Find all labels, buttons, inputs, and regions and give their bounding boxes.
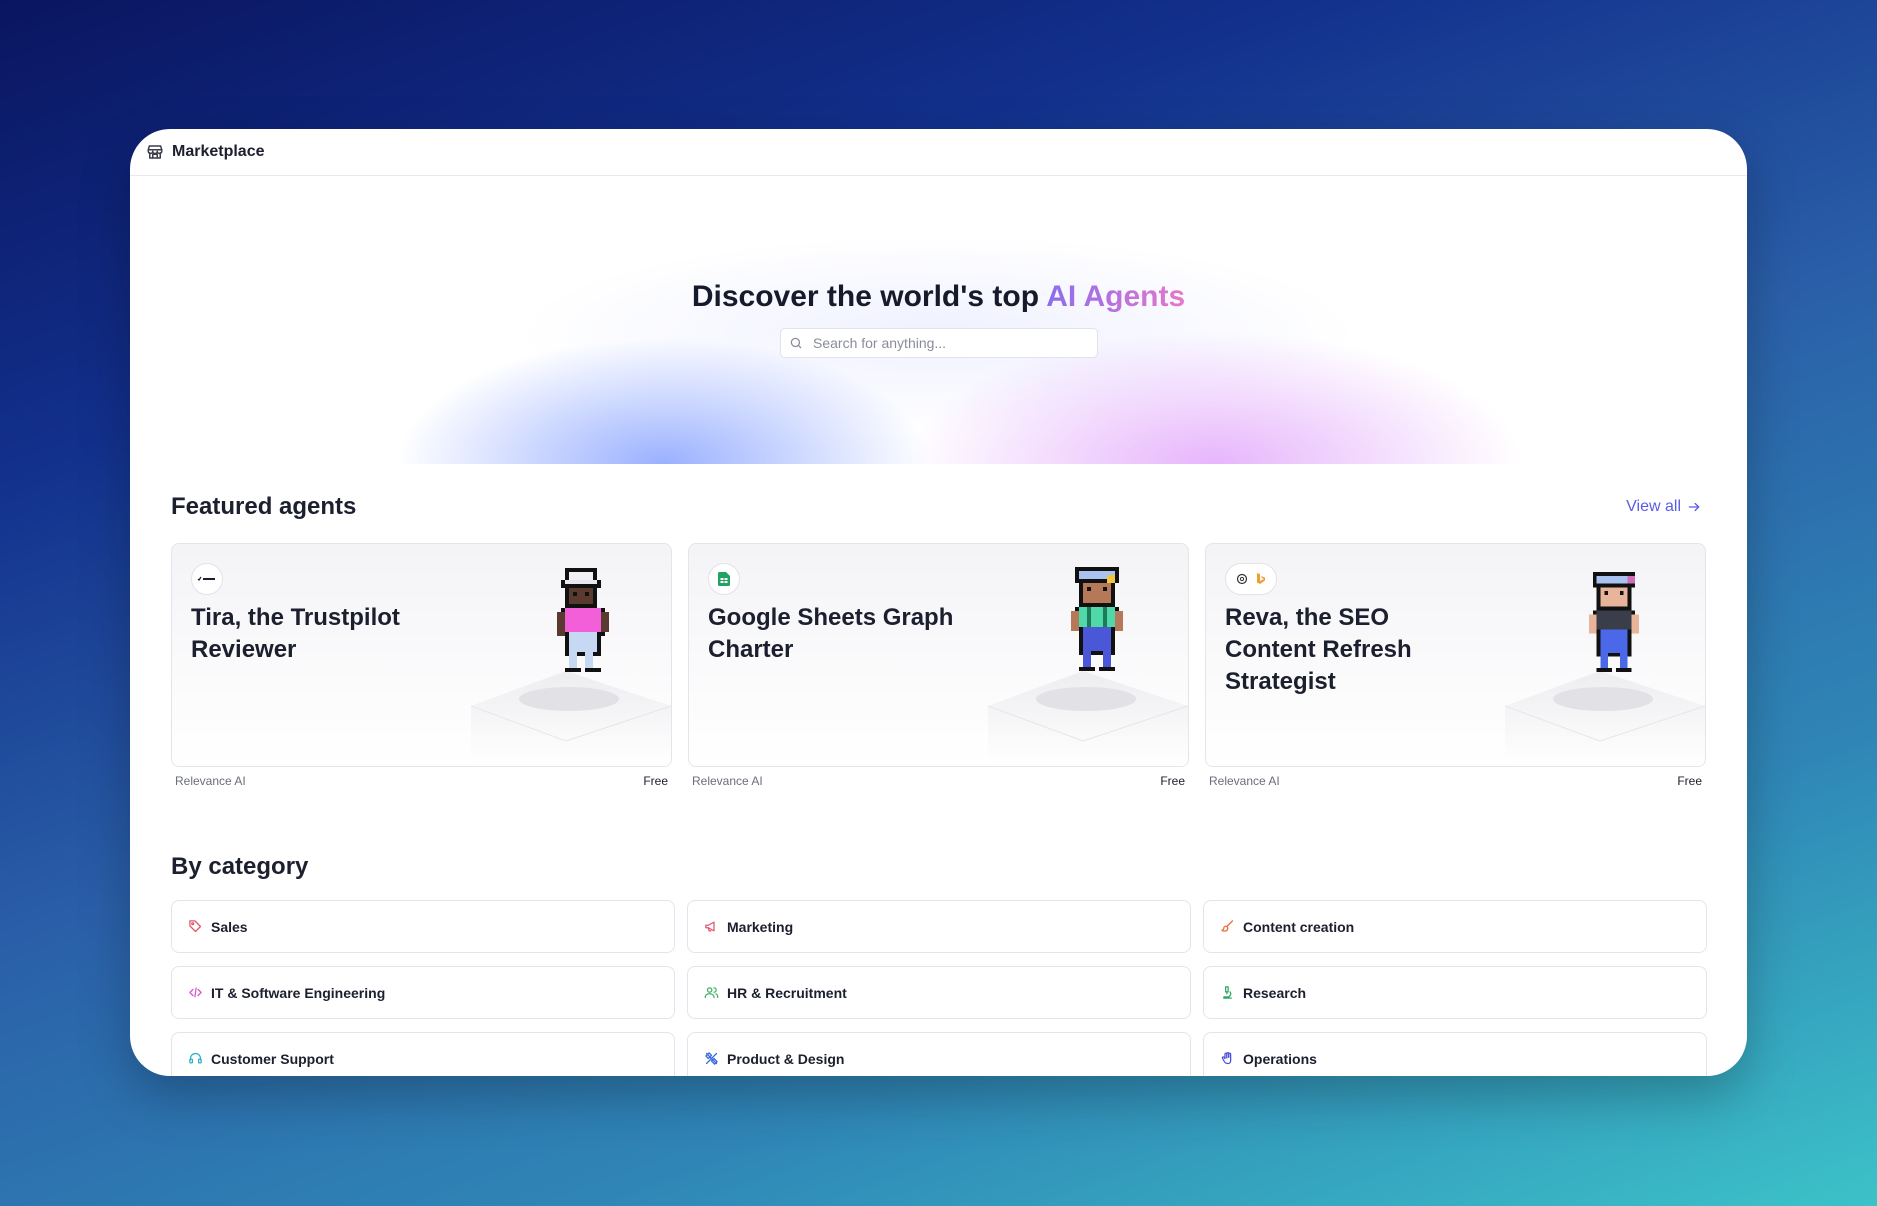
pixel-character-sprite <box>557 568 609 672</box>
agent-card[interactable]: Google Sheets Graph Charter Relevance AI… <box>688 543 1189 788</box>
featured-header: Featured agents View all <box>171 493 1701 521</box>
category-header: By category <box>171 853 1701 881</box>
category-product-design[interactable]: Product & Design <box>687 1032 1191 1076</box>
pen-ruler-icon <box>705 1052 718 1065</box>
headset-icon <box>189 1052 202 1064</box>
agent-card[interactable]: Tira, the Trustpilot Reviewer Relevance … <box>171 543 672 788</box>
brush-icon <box>1221 920 1234 932</box>
hand-icon <box>1221 1051 1232 1065</box>
google-sheets-icon <box>708 563 740 595</box>
openai-icon <box>1236 573 1248 585</box>
category-marketing[interactable]: Marketing <box>687 900 1191 953</box>
pixel-character-sprite <box>1071 567 1123 671</box>
agent-publisher: Relevance AI <box>692 774 763 788</box>
category-label: Research <box>1243 984 1307 1001</box>
view-all-link[interactable]: View all <box>1626 498 1701 516</box>
agent-card[interactable]: Reva, the SEO Content Refresh Strategist <box>1205 543 1706 788</box>
microscope-icon <box>1223 986 1232 999</box>
tags-icon <box>189 920 202 933</box>
category-label: Marketing <box>727 918 794 935</box>
category-research[interactable]: Research <box>1203 966 1707 1019</box>
category-hr-recruitment[interactable]: HR & Recruitment <box>687 966 1191 1019</box>
marketplace-window: Marketplace Discover the world's top AI … <box>130 129 1747 1076</box>
search-box[interactable] <box>780 328 1098 358</box>
hero-heading-prefix: Discover the world's top <box>691 280 1047 313</box>
bing-icon <box>1257 573 1265 584</box>
category-it-software[interactable]: IT & Software Engineering <box>171 966 675 1019</box>
topbar: Marketplace <box>130 129 1747 176</box>
code-icon <box>189 987 202 998</box>
category-label: Customer Support <box>211 1050 334 1067</box>
pedestal-graphic <box>471 671 671 766</box>
agent-price: Free <box>643 774 668 788</box>
category-grid: Sales Marketing Content creation IT & So… <box>171 900 1707 1076</box>
category-operations[interactable]: Operations <box>1203 1032 1707 1076</box>
pixel-character-sprite <box>1589 572 1639 672</box>
agent-card-meta: Relevance AI Free <box>171 767 672 788</box>
category-content-creation[interactable]: Content creation <box>1203 900 1707 953</box>
openai-and-bing-icons <box>1225 563 1277 595</box>
agent-publisher: Relevance AI <box>175 774 246 788</box>
hero-banner: Discover the world's top AI Agents <box>130 176 1747 464</box>
featured-cards: Tira, the Trustpilot Reviewer Relevance … <box>171 543 1706 788</box>
agent-title: Google Sheets Graph Charter <box>708 604 954 663</box>
search-input[interactable] <box>811 334 1065 352</box>
category-label: Operations <box>1243 1050 1317 1067</box>
category-label: Sales <box>211 918 248 935</box>
pedestal-graphic <box>1505 671 1705 766</box>
agent-price: Free <box>1677 774 1702 788</box>
agent-card-meta: Relevance AI Free <box>1205 767 1706 788</box>
category-sales[interactable]: Sales <box>171 900 675 953</box>
view-all-label: View all <box>1626 498 1681 515</box>
category-heading: By category <box>171 853 309 880</box>
category-label: Product & Design <box>727 1050 845 1067</box>
agent-title: Reva, the SEO Content Refresh Strategist <box>1225 604 1412 695</box>
agent-card-body[interactable]: Tira, the Trustpilot Reviewer <box>171 543 672 767</box>
megaphone-icon <box>705 921 715 932</box>
store-icon <box>147 145 163 159</box>
agent-title: Tira, the Trustpilot Reviewer <box>191 604 400 663</box>
users-icon <box>704 987 719 999</box>
category-label: IT & Software Engineering <box>211 984 386 1001</box>
window-title: Marketplace <box>172 143 265 160</box>
category-label: HR & Recruitment <box>727 984 847 1001</box>
hero-heading: Discover the world's top AI Agents <box>130 280 1747 314</box>
pedestal-graphic <box>988 671 1188 766</box>
category-customer-support[interactable]: Customer Support <box>171 1032 675 1076</box>
agent-card-body[interactable]: Reva, the SEO Content Refresh Strategist <box>1205 543 1706 767</box>
agent-price: Free <box>1160 774 1185 788</box>
search-icon <box>790 337 802 349</box>
trustpilot-logo <box>191 563 223 595</box>
arrow-right-icon <box>1688 502 1700 512</box>
agent-card-body[interactable]: Google Sheets Graph Charter <box>688 543 1189 767</box>
featured-heading: Featured agents <box>171 493 357 520</box>
hero-heading-accent: AI Agents <box>1046 280 1186 313</box>
agent-card-meta: Relevance AI Free <box>688 767 1189 788</box>
category-label: Content creation <box>1243 918 1355 935</box>
agent-publisher: Relevance AI <box>1209 774 1280 788</box>
